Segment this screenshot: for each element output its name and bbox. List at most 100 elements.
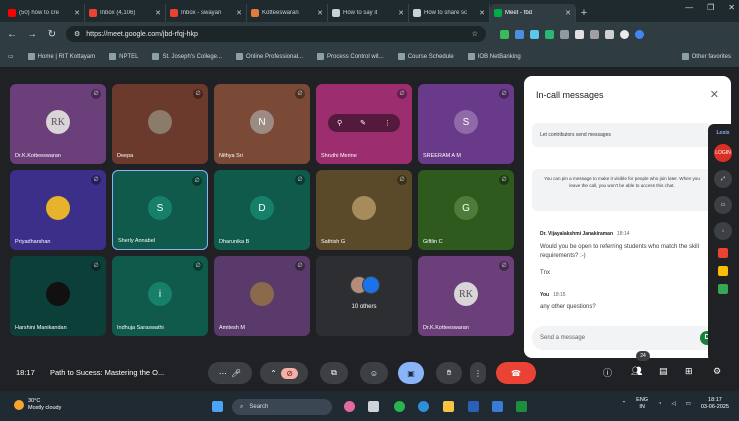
browser-tab[interactable]: Inbox (4,106) ✕: [85, 4, 166, 22]
bookmark-item[interactable]: Home | RIT Kottayam: [27, 53, 95, 60]
camera-button[interactable]: ⌃ ⊘: [260, 362, 308, 384]
wifi-icon[interactable]: ◔: [658, 401, 661, 407]
maximize-icon[interactable]: ❐: [707, 3, 714, 12]
leave-call-button[interactable]: ☎︎: [496, 362, 536, 384]
host-controls-icon[interactable]: ⚙: [713, 366, 721, 377]
participant-tile[interactable]: N ∅ Nithya Sri: [214, 84, 310, 164]
emoji-button[interactable]: ☺: [360, 362, 388, 384]
participant-tile[interactable]: S ∅ Sherly Annabel: [112, 170, 208, 250]
chat-icon[interactable]: ▭: [714, 196, 732, 214]
reload-icon[interactable]: ↻: [46, 29, 58, 40]
participant-tile[interactable]: G ∅ Giftlin C: [418, 170, 514, 250]
captions-button[interactable]: ⧉: [320, 362, 348, 384]
bookmark-item[interactable]: NPTEL: [109, 53, 138, 60]
mute-icon[interactable]: ✎: [360, 119, 366, 127]
participant-tile[interactable]: ∅ Amitesh M: [214, 256, 310, 336]
extension-icon[interactable]: [560, 29, 569, 39]
close-icon[interactable]: ✕: [710, 88, 719, 101]
extension-icon[interactable]: [545, 29, 554, 39]
app-icon[interactable]: [718, 284, 728, 294]
participant-tile[interactable]: 10 others: [316, 256, 412, 336]
excel-icon[interactable]: [516, 401, 527, 412]
address-bar[interactable]: ⚙ https://meet.google.com/jbd-rfqj-hkp ☆: [66, 26, 486, 42]
contributors-toggle[interactable]: Let contributors send messages: [532, 123, 712, 147]
raise-hand-button[interactable]: ✋︎: [436, 362, 462, 384]
language-indicator[interactable]: ENG IN: [636, 397, 648, 411]
word-icon[interactable]: [468, 401, 479, 412]
participant-tile[interactable]: D ∅ Dharunika B: [214, 170, 310, 250]
participant-tile[interactable]: ∅ Harshini Manikandan: [10, 256, 106, 336]
participant-tile[interactable]: S ∅ SREERAM A M: [418, 84, 514, 164]
profile-avatar[interactable]: [620, 29, 629, 39]
battery-icon[interactable]: ▭: [686, 401, 691, 407]
bookmark-item[interactable]: Course Schedule: [397, 53, 454, 60]
app-icon[interactable]: [492, 401, 503, 412]
close-icon[interactable]: ✕: [565, 9, 571, 17]
app-icon[interactable]: [344, 401, 355, 412]
close-icon[interactable]: ✕: [74, 9, 80, 17]
chat-input[interactable]: Send a message D: [532, 326, 722, 350]
bookmark-item[interactable]: IOB NetBanking: [467, 53, 521, 60]
bookmarks-toggle-icon[interactable]: ▭: [8, 53, 14, 60]
extension-icon[interactable]: [575, 29, 584, 39]
forward-icon[interactable]: →: [26, 29, 38, 40]
edge-icon[interactable]: [418, 401, 429, 412]
chevron-up-icon[interactable]: ⌃: [622, 401, 627, 407]
participant-tile[interactable]: ∅ Sathish G: [316, 170, 412, 250]
extension-icon[interactable]: [515, 29, 524, 39]
close-icon[interactable]: ✕: [317, 9, 323, 17]
taskbar-search[interactable]: ⌕ Search: [232, 399, 332, 415]
browser-tab[interactable]: How to say it ✕: [328, 4, 409, 22]
extension-icon[interactable]: [530, 29, 539, 39]
extension-icon[interactable]: [500, 29, 509, 39]
site-info-icon[interactable]: ⚙: [74, 30, 80, 38]
login-button[interactable]: LOGIN: [714, 144, 732, 162]
browser-tab[interactable]: (50) how to cre ✕: [4, 4, 85, 22]
close-icon[interactable]: ✕: [728, 3, 735, 12]
file-explorer-icon[interactable]: [443, 401, 454, 412]
participant-tile[interactable]: RK ∅ Dr.K.Kotteeswaran: [10, 84, 106, 164]
browser-tab[interactable]: How to share sc ✕: [409, 4, 490, 22]
close-icon[interactable]: ✕: [236, 9, 242, 17]
app-icon[interactable]: [718, 248, 728, 258]
clock[interactable]: 18:17 03-06-2025: [701, 397, 729, 411]
bookmark-item[interactable]: Process Control wit...: [317, 53, 384, 60]
download-icon[interactable]: ↓: [714, 222, 732, 240]
browser-tab[interactable]: Meet - fbd ✕: [490, 4, 576, 22]
weather-widget[interactable]: 30°C Mostly cloudy: [14, 398, 61, 412]
app-icon[interactable]: [718, 266, 728, 276]
chat-icon[interactable]: ▤: [659, 366, 668, 377]
microphone-button[interactable]: ⋯ 🎤︎: [208, 362, 252, 384]
bookmark-item[interactable]: St. Joseph's College...: [152, 53, 222, 60]
expand-icon[interactable]: ⤢: [714, 170, 732, 188]
extension-icon[interactable]: [590, 29, 599, 39]
pin-icon[interactable]: ⚲: [337, 119, 342, 127]
task-view-icon[interactable]: [368, 401, 379, 412]
close-icon[interactable]: ✕: [155, 9, 161, 17]
participant-tile[interactable]: ⚲ ✎ ⋮ ∅ Shruthi Merine: [316, 84, 412, 164]
more-options-icon[interactable]: ⋮: [384, 119, 391, 127]
browser-tab[interactable]: Kotteeswaran ✕: [247, 4, 328, 22]
close-icon[interactable]: ✕: [479, 9, 485, 17]
new-tab-icon[interactable]: +: [576, 4, 592, 22]
people-icon[interactable]: 👥︎: [631, 366, 642, 377]
info-icon[interactable]: ⓘ: [603, 366, 612, 379]
back-icon[interactable]: ←: [6, 29, 18, 40]
other-favorites[interactable]: Other favorites: [681, 53, 731, 60]
minimize-icon[interactable]: —: [685, 3, 693, 12]
present-button[interactable]: ▣: [398, 362, 424, 384]
participant-tile[interactable]: RK ∅ Dr.K.Kotteeswaran: [418, 256, 514, 336]
whatsapp-icon[interactable]: [394, 401, 405, 412]
extension-icon[interactable]: [605, 29, 614, 39]
volume-icon[interactable]: ◁: [671, 401, 675, 407]
participant-tile[interactable]: i ∅ Indhuja Saraswathi: [112, 256, 208, 336]
participant-tile[interactable]: ∅ Deepa: [112, 84, 208, 164]
menu-icon[interactable]: [635, 29, 644, 39]
more-options-button[interactable]: ⋮: [470, 362, 486, 384]
close-icon[interactable]: ✕: [398, 9, 404, 17]
star-icon[interactable]: ☆: [472, 30, 478, 38]
windows-start-icon[interactable]: [212, 401, 223, 412]
bookmark-item[interactable]: Online Professional...: [236, 53, 303, 60]
participant-tile[interactable]: ∅ Priyadharshan: [10, 170, 106, 250]
activities-icon[interactable]: ⊞: [685, 366, 693, 377]
